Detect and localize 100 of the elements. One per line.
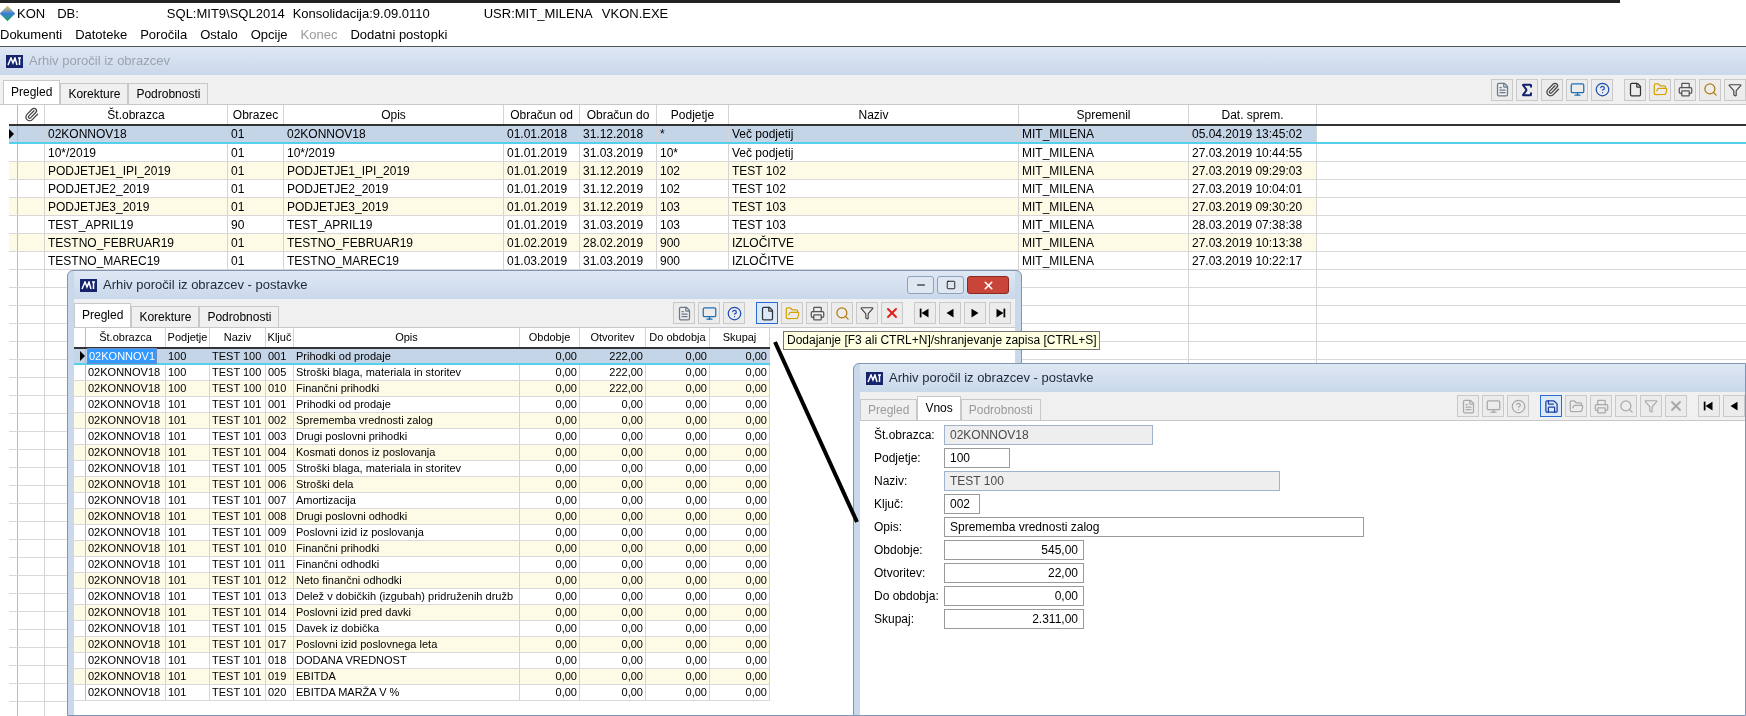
table-row[interactable]: 02KONNOV18 101 TEST 101 017 Poslovni izid poslovnega leta 0,00 0,00 0,00 0,00 xyxy=(74,637,770,653)
menu-item[interactable]: Ostalo xyxy=(200,25,238,45)
tab[interactable]: Podrobnosti xyxy=(199,306,280,327)
toolbar-button[interactable] xyxy=(806,302,828,324)
column-header[interactable]: Obdobje xyxy=(520,328,580,347)
input-field[interactable]: 2.311,00 xyxy=(944,609,1084,629)
table-cell: 103 xyxy=(657,198,729,215)
table-row[interactable]: 02KONNOV18 101 TEST 101 013 Delež v dobičkih (izgubah) pridruženih družb 0,00 0,00 0,00 0,00 xyxy=(74,589,770,605)
column-header[interactable]: Opis xyxy=(294,328,520,347)
table-cell-text: 0,00 xyxy=(555,605,577,621)
user-name: USR:MIT_MILENA xyxy=(483,4,593,23)
table-row[interactable]: TEST_APRIL19 90 TEST_APRIL19 01.01.2019 31.03.2019 103 TEST 103 MIT_MILENA 28.03.2019 07:38:38 xyxy=(9,216,1746,234)
column-header[interactable]: Spremenil xyxy=(1019,105,1189,124)
column-header[interactable]: Št.obrazca xyxy=(45,105,228,124)
toolbar-button[interactable] xyxy=(1591,78,1613,101)
table-cell-text: 0,00 xyxy=(685,381,707,397)
column-header[interactable]: Podjetje xyxy=(657,105,729,124)
table-row[interactable]: 02KONNOV18 101 TEST 101 014 Poslovni izid pred davki 0,00 0,00 0,00 0,00 xyxy=(74,605,770,621)
table-row[interactable]: 02KONNOV18 100 TEST 100 005 Stroški blaga, materiala in storitev 0,00 222,00 0,00 0,00 xyxy=(74,365,770,381)
table-row[interactable]: 02KONNOV18 101 TEST 101 007 Amortizacija 0,00 0,00 0,00 0,00 xyxy=(74,493,770,509)
table-row[interactable]: 02KONNOV18 101 TEST 101 010 Finančni prihodki 0,00 0,00 0,00 0,00 xyxy=(74,541,770,557)
input-field[interactable]: 002 xyxy=(944,494,980,514)
table-row[interactable]: 02KONNOV18 100 TEST 100 010 Finančni prihodki 0,00 222,00 0,00 0,00 xyxy=(74,381,770,397)
table-cell-text: 0,00 xyxy=(621,461,643,477)
sigma-icon xyxy=(1519,81,1535,98)
table-row[interactable]: 02KONNOV1 100 TEST 100 001 Prihodki od prodaje 0,00 222,00 0,00 0,00 xyxy=(74,349,770,365)
input-field[interactable]: 22,00 xyxy=(944,563,1084,583)
table-cell-text: TEST 101 xyxy=(212,637,262,653)
toolbar-button[interactable] xyxy=(914,302,936,324)
menu-item[interactable]: Dodatni postopki xyxy=(350,25,448,45)
column-header[interactable]: Otvoritev xyxy=(580,328,646,347)
menu-item[interactable]: Dokumenti xyxy=(0,25,63,45)
column-header[interactable]: Skupaj xyxy=(710,328,770,347)
table-row[interactable]: 02KONNOV18 101 TEST 101 019 EBITDA 0,00 0,00 0,00 0,00 xyxy=(74,669,770,685)
tab[interactable]: Vnos xyxy=(917,396,961,420)
toolbar-button[interactable] xyxy=(1723,395,1745,417)
table-row[interactable]: 02KONNOV18 101 TEST 101 015 Davek iz dobička 0,00 0,00 0,00 0,00 xyxy=(74,621,770,637)
column-header[interactable]: Podjetje xyxy=(166,328,210,347)
toolbar-button[interactable] xyxy=(756,302,778,324)
column-header[interactable]: Št.obrazca xyxy=(86,328,166,347)
column-header[interactable]: Ključ xyxy=(266,328,294,347)
toolbar-button[interactable] xyxy=(939,302,961,324)
table-row[interactable]: 02KONNOV18 101 TEST 101 002 Sprememba vrednosti zalog 0,00 0,00 0,00 0,00 xyxy=(74,413,770,429)
input-field[interactable]: 02KONNOV18 xyxy=(944,425,1153,445)
field-label: Otvoritev: xyxy=(874,565,927,582)
toolbar-button[interactable] xyxy=(1698,395,1720,417)
table-row[interactable]: 02KONNOV18 101 TEST 101 009 Poslovni izid iz poslovanja 0,00 0,00 0,00 0,00 xyxy=(74,525,770,541)
table-row[interactable]: PODJETJE1_IPI_2019 01 PODJETJE1_IPI_2019 01.01.2019 31.12.2019 102 TEST 102 MIT_MILENA 27.03.2019 09:29:03 xyxy=(9,162,1746,180)
column-header[interactable]: Opis xyxy=(284,105,504,124)
input-field[interactable]: Sprememba vrednosti zalog xyxy=(944,517,1364,537)
toolbar-button[interactable] xyxy=(1516,78,1538,101)
menu-item[interactable]: Datoteke xyxy=(75,25,128,45)
close-button[interactable] xyxy=(967,276,1009,294)
column-header[interactable]: Naziv xyxy=(210,328,266,347)
toolbar-button[interactable] xyxy=(989,302,1011,324)
toolbar-button[interactable] xyxy=(1540,395,1562,417)
table-row[interactable]: 02KONNOV18 101 TEST 101 004 Kosmati donos iz poslovanja 0,00 0,00 0,00 0,00 xyxy=(74,445,770,461)
toolbar-button[interactable] xyxy=(723,302,745,324)
toolbar-button[interactable] xyxy=(1674,78,1696,101)
input-field[interactable]: 0,00 xyxy=(944,586,1084,606)
input-field[interactable]: 545,00 xyxy=(944,540,1084,560)
toolbar-button[interactable] xyxy=(1541,78,1563,101)
maximize-button[interactable] xyxy=(937,276,964,294)
column-header[interactable]: Obrazec xyxy=(228,105,284,124)
minimize-button[interactable] xyxy=(907,276,934,294)
table-row[interactable]: 02KONNOV18 101 TEST 101 018 DODANA VREDNOST 0,00 0,00 0,00 0,00 xyxy=(74,653,770,669)
table-row[interactable]: PODJETJE2_2019 01 PODJETJE2_2019 01.01.2019 31.12.2019 102 TEST 102 MIT_MILENA 27.03.2019 10:04:01 xyxy=(9,180,1746,198)
tab[interactable]: Korekture xyxy=(131,306,200,327)
column-header[interactable]: Do obdobja xyxy=(646,328,710,347)
table-cell-text: 02KONNOV18 xyxy=(88,397,161,413)
column-header[interactable]: Obračun do xyxy=(580,105,657,124)
menu-item[interactable]: Poročila xyxy=(140,25,188,45)
toolbar-button[interactable] xyxy=(964,302,986,324)
input-field[interactable]: TEST 100 xyxy=(944,471,1280,491)
tab[interactable]: Podrobnosti xyxy=(128,83,209,104)
table-cell-text: 101 xyxy=(168,461,187,477)
field-label: Opis: xyxy=(874,519,903,536)
table-row[interactable]: 10*/2019 01 10*/2019 01.01.2019 31.03.2019 10* Več podjetij MIT_MILENA 27.03.2019 10:44:55 xyxy=(9,144,1746,162)
table-row[interactable]: 02KONNOV18 101 TEST 101 001 Prihodki od prodaje 0,00 0,00 0,00 0,00 xyxy=(74,397,770,413)
tab[interactable]: Korekture xyxy=(60,83,129,104)
table-row[interactable]: 02KONNOV18 101 TEST 101 006 Stroški dela 0,00 0,00 0,00 0,00 xyxy=(74,477,770,493)
tab[interactable]: Pregled xyxy=(3,80,61,104)
table-row[interactable]: TESTNO_MAREC19 01 TESTNO_MAREC19 01.03.2019 31.03.2019 900 IZLOČITVE MIT_MILENA 27.03.2019 10:22:17 xyxy=(9,252,1746,270)
table-row[interactable]: 02KONNOV18 01 02KONNOV18 01.01.2018 31.12.2018 * Več podjetij MIT_MILENA 05.04.2019 13:45:02 xyxy=(9,126,1746,144)
table-row[interactable]: PODJETJE3_2019 01 PODJETJE3_2019 01.01.2019 31.12.2019 103 TEST 103 MIT_MILENA 27.03.2019 09:30:20 xyxy=(9,198,1746,216)
tab[interactable]: Pregled xyxy=(74,303,132,327)
table-cell: PODJETJE2_2019 xyxy=(45,180,228,197)
table-row[interactable]: 02KONNOV18 101 TEST 101 003 Drugi poslovni prihodki 0,00 0,00 0,00 0,00 xyxy=(74,429,770,445)
table-row[interactable]: 02KONNOV18 101 TEST 101 008 Drugi poslovni odhodki 0,00 0,00 0,00 0,00 xyxy=(74,509,770,525)
table-row[interactable]: 02KONNOV18 101 TEST 101 005 Stroški blaga, materiala in storitev 0,00 0,00 0,00 0,00 xyxy=(74,461,770,477)
table-row[interactable]: 02KONNOV18 101 TEST 101 012 Neto finančni odhodki 0,00 0,00 0,00 0,00 xyxy=(74,573,770,589)
table-row[interactable]: 02KONNOV18 101 TEST 101 020 EBITDA MARŽA V % 0,00 0,00 0,00 0,00 xyxy=(74,685,770,701)
column-header[interactable]: Dat. sprem. xyxy=(1189,105,1317,124)
column-header[interactable]: Obračun od xyxy=(504,105,580,124)
menu-item[interactable]: Opcije xyxy=(250,25,288,45)
input-field[interactable]: 100 xyxy=(944,448,1010,468)
table-row[interactable]: TESTNO_FEBRUAR19 01 TESTNO_FEBRUAR19 01.02.2019 28.02.2019 900 IZLOČITVE MIT_MILENA 27.03.2019 10:13:38 xyxy=(9,234,1746,252)
table-row[interactable]: 02KONNOV18 101 TEST 101 011 Finančni odhodki 0,00 0,00 0,00 0,00 xyxy=(74,557,770,573)
toolbar-button[interactable] xyxy=(1624,78,1646,101)
column-header[interactable]: Naziv xyxy=(729,105,1019,124)
